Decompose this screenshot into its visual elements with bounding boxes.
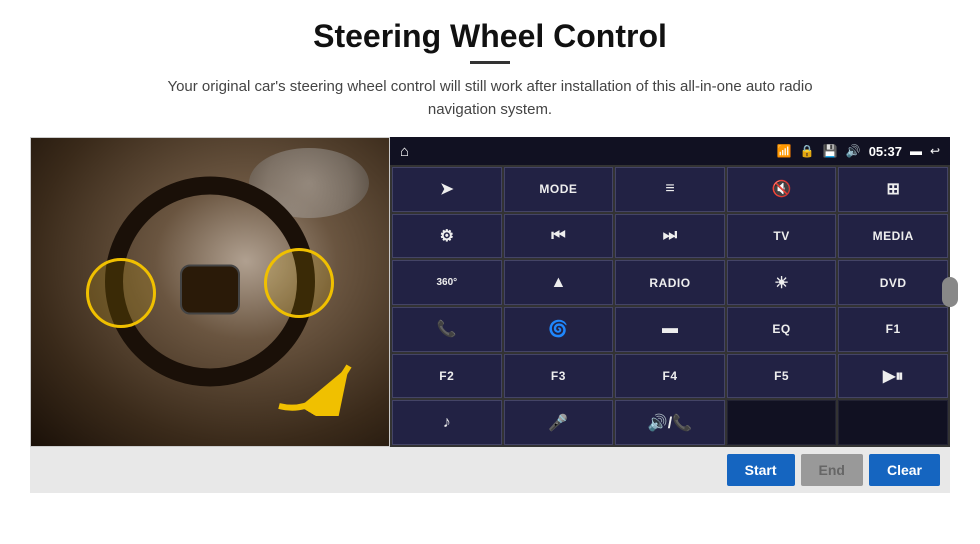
- ctrl-btn-r5c5[interactable]: ▶⏸: [838, 354, 948, 399]
- ctrl-btn-r1c1[interactable]: ➤: [392, 167, 502, 212]
- ctrl-btn-r1c3[interactable]: ≡: [615, 167, 725, 212]
- back-icon[interactable]: ↩: [930, 144, 940, 158]
- page-title: Steering Wheel Control: [313, 18, 667, 55]
- ctrl-btn-r5c1[interactable]: F2: [392, 354, 502, 399]
- ctrl-btn-r1c2[interactable]: MODE: [504, 167, 614, 212]
- arrow-indicator: [269, 346, 369, 416]
- bt-icon: 🔊: [846, 144, 861, 158]
- title-divider: [470, 61, 510, 64]
- steering-hub: [180, 265, 240, 315]
- ctrl-btn-r2c2[interactable]: ⏮: [504, 214, 614, 259]
- ctrl-btn-r1c4[interactable]: 🔇: [727, 167, 837, 212]
- page-container: Steering Wheel Control Your original car…: [0, 0, 980, 544]
- ctrl-btn-r6c1[interactable]: ♪: [392, 400, 502, 445]
- ctrl-btn-r6c2[interactable]: 🎤: [504, 400, 614, 445]
- ctrl-btn-r3c4[interactable]: ☀: [727, 260, 837, 305]
- highlight-left-buttons: [86, 258, 156, 328]
- ctrl-btn-r4c5[interactable]: F1: [838, 307, 948, 352]
- sd-icon: 💾: [823, 144, 838, 158]
- control-panel: ⌂ 📶 🔒 💾 🔊 05:37 ▬ ↩ ➤MODE≡🔇⊞ ⚙⏮⏭TVMEDIA 36…: [390, 137, 950, 447]
- page-subtitle: Your original car's steering wheel contr…: [140, 76, 840, 121]
- ctrl-btn-r4c3[interactable]: ▬: [615, 307, 725, 352]
- status-bar: ⌂ 📶 🔒 💾 🔊 05:37 ▬ ↩: [390, 137, 950, 165]
- ctrl-btn-r3c3[interactable]: RADIO: [615, 260, 725, 305]
- ctrl-btn-r5c3[interactable]: F4: [615, 354, 725, 399]
- time-display: 05:37: [869, 144, 902, 159]
- ctrl-btn-r3c1[interactable]: 360°: [392, 260, 502, 305]
- clear-button[interactable]: Clear: [869, 454, 940, 486]
- control-button-grid: ➤MODE≡🔇⊞⚙⏮⏭TVMEDIA360°▲RADIO☀DVD📞🌀▬EQF1F…: [390, 165, 950, 447]
- ctrl-btn-r2c4[interactable]: TV: [727, 214, 837, 259]
- ctrl-btn-r4c1[interactable]: 📞: [392, 307, 502, 352]
- highlight-right-buttons: [264, 248, 334, 318]
- ctrl-btn-r4c2[interactable]: 🌀: [504, 307, 614, 352]
- start-button[interactable]: Start: [727, 454, 795, 486]
- ctrl-btn-r3c2[interactable]: ▲: [504, 260, 614, 305]
- home-icon[interactable]: ⌂: [400, 143, 409, 160]
- ctrl-btn-r4c4[interactable]: EQ: [727, 307, 837, 352]
- status-bar-right: 📶 🔒 💾 🔊 05:37 ▬ ↩: [777, 144, 940, 159]
- ctrl-btn-r6c3[interactable]: 🔊/📞: [615, 400, 725, 445]
- screen-icon[interactable]: ▬: [910, 144, 922, 158]
- end-button[interactable]: End: [801, 454, 863, 486]
- wifi-icon: 📶: [777, 144, 792, 158]
- ctrl-btn-r2c5[interactable]: MEDIA: [838, 214, 948, 259]
- ctrl-btn-r2c3[interactable]: ⏭: [615, 214, 725, 259]
- ctrl-btn-r2c1[interactable]: ⚙: [392, 214, 502, 259]
- content-row: ⌂ 📶 🔒 💾 🔊 05:37 ▬ ↩ ➤MODE≡🔇⊞ ⚙⏮⏭TVMEDIA 36…: [30, 137, 950, 447]
- ctrl-btn-r1c5[interactable]: ⊞: [838, 167, 948, 212]
- lock-icon: 🔒: [800, 144, 815, 158]
- ctrl-btn-r6c4[interactable]: [727, 400, 837, 445]
- scroll-indicator[interactable]: [942, 277, 958, 307]
- ctrl-btn-r5c2[interactable]: F3: [504, 354, 614, 399]
- ctrl-btn-r3c5[interactable]: DVD: [838, 260, 948, 305]
- ctrl-btn-r6c5[interactable]: [838, 400, 948, 445]
- status-bar-left: ⌂: [400, 143, 409, 160]
- bottom-bar: Start End Clear: [30, 447, 950, 493]
- ctrl-btn-r5c4[interactable]: F5: [727, 354, 837, 399]
- steering-wheel-image: [30, 137, 390, 447]
